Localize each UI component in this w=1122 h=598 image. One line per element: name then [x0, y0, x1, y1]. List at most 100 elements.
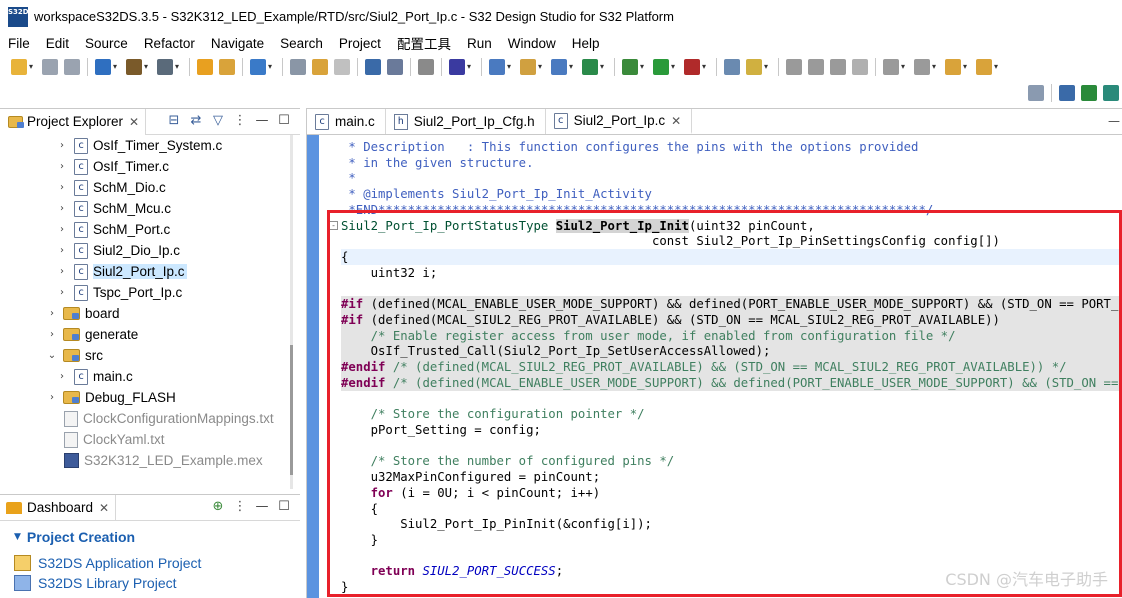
chevron-down-icon[interactable]: ▾: [569, 59, 577, 75]
chevron-down-icon[interactable]: ▾: [901, 59, 909, 75]
project-creation-section[interactable]: ▼ Project Creation: [14, 529, 135, 545]
tree-item[interactable]: › Debug_FLASH: [46, 387, 176, 408]
expand-closed-icon[interactable]: ›: [56, 161, 68, 172]
tree-item[interactable]: ⌄ src: [46, 345, 103, 366]
tree-item[interactable]: ClockConfigurationMappings.txt: [46, 408, 274, 429]
chevron-down-icon[interactable]: ▾: [507, 59, 515, 75]
s32ds-library-project-link[interactable]: S32DS Library Project: [14, 575, 177, 591]
chevron-down-icon[interactable]: ▾: [640, 59, 648, 75]
chevron-down-icon[interactable]: ▾: [994, 59, 1002, 75]
chevron-down-icon[interactable]: ▾: [671, 59, 679, 75]
nav-down-icon[interactable]: [883, 59, 899, 75]
code-line[interactable]: #if (defined(MCAL_ENABLE_USER_MODE_SUPPO…: [341, 296, 1122, 313]
menu-item-0[interactable]: File: [0, 36, 38, 51]
nav-up-icon[interactable]: [914, 59, 930, 75]
package-icon[interactable]: [520, 59, 536, 75]
debug-perspective-icon[interactable]: [1081, 85, 1097, 101]
close-icon[interactable]: ✕: [129, 115, 139, 129]
paragraph-icon[interactable]: [830, 59, 846, 75]
tree-item[interactable]: › c OsIf_Timer.c: [56, 156, 169, 177]
code-line[interactable]: Siul2_Port_Ip_PinInit(&config[i]);: [341, 516, 1122, 532]
tree-item[interactable]: › c SchM_Dio.c: [56, 177, 166, 198]
code-line[interactable]: * Description : This function configures…: [341, 139, 1122, 155]
collapse-all-icon[interactable]: ⊟: [166, 113, 182, 129]
minimize-icon[interactable]: —: [1108, 114, 1120, 128]
menu-item-9[interactable]: Window: [500, 36, 564, 51]
debug-config-icon[interactable]: [157, 59, 173, 75]
close-icon[interactable]: ✕: [99, 501, 109, 515]
hammer-icon[interactable]: [126, 59, 142, 75]
tree-item[interactable]: › generate: [46, 324, 138, 345]
tree-item[interactable]: › c main.c: [56, 366, 133, 387]
code-line[interactable]: for (i = 0U; i < pinCount; i++): [341, 485, 1122, 501]
code-line[interactable]: * in the given structure.: [341, 155, 1122, 171]
close-icon[interactable]: ✕: [671, 114, 681, 128]
code-line[interactable]: [341, 391, 1122, 407]
prev-edit-icon[interactable]: [945, 59, 961, 75]
code-line[interactable]: OsIf_Trusted_Call(Siul2_Port_Ip_SetUserA…: [341, 343, 1122, 360]
expand-closed-icon[interactable]: ›: [56, 182, 68, 193]
tree-item[interactable]: › c Siul2_Port_Ip.c: [56, 261, 187, 282]
import-icon[interactable]: [219, 59, 235, 75]
filter-icon[interactable]: ▽: [210, 113, 226, 129]
menu-item-7[interactable]: 配置工具: [389, 33, 459, 53]
export-icon[interactable]: [250, 59, 266, 75]
expand-open-icon[interactable]: ⌄: [46, 350, 58, 361]
code-line[interactable]: *: [341, 170, 1122, 186]
next-edit-icon[interactable]: [976, 59, 992, 75]
code-line[interactable]: const Siul2_Port_Ip_PinSettingsConfig co…: [341, 233, 1122, 249]
code-line[interactable]: uint32 i;: [341, 265, 1122, 281]
project-explorer-tab[interactable]: Project Explorer ✕: [0, 108, 147, 135]
editor-tab[interactable]: c Siul2_Port_Ip.c ✕: [545, 109, 693, 134]
console-icon[interactable]: [365, 59, 381, 75]
save-all-icon[interactable]: [64, 59, 80, 75]
refresh-icon[interactable]: [582, 59, 598, 75]
menu-item-1[interactable]: Edit: [38, 36, 77, 51]
expand-closed-icon[interactable]: ›: [56, 371, 68, 382]
editor-tab[interactable]: c main.c: [307, 109, 386, 134]
expand-closed-icon[interactable]: ›: [46, 308, 58, 319]
chevron-down-icon[interactable]: ▾: [963, 59, 971, 75]
bug-icon[interactable]: [622, 59, 638, 75]
chevron-down-icon[interactable]: ▾: [268, 59, 276, 75]
pages-icon[interactable]: [786, 59, 802, 75]
chevron-down-icon[interactable]: ▾: [113, 59, 121, 75]
pin-icon[interactable]: [418, 59, 434, 75]
new-icon[interactable]: [11, 59, 27, 75]
link-with-editor-icon[interactable]: ⇄: [188, 113, 204, 129]
code-line[interactable]: [341, 438, 1122, 454]
expand-closed-icon[interactable]: ›: [56, 245, 68, 256]
tree-item[interactable]: › board: [46, 303, 120, 324]
code-line[interactable]: /* Enable register access from user mode…: [341, 327, 1122, 344]
chevron-down-icon[interactable]: ▾: [702, 59, 710, 75]
run-ext-icon[interactable]: [684, 59, 700, 75]
config-icon[interactable]: [489, 59, 505, 75]
minimize-icon[interactable]: —: [254, 113, 270, 129]
view-menu-icon[interactable]: ⋮: [232, 499, 248, 515]
maximize-icon[interactable]: ☐: [276, 499, 292, 515]
tree-item[interactable]: › c OsIf_Timer_System.c: [56, 135, 222, 156]
fold-collapse-icon[interactable]: -: [329, 220, 338, 230]
tools-icon[interactable]: [724, 59, 740, 75]
menu-item-3[interactable]: Refactor: [136, 36, 203, 51]
dashboard-tab[interactable]: Dashboard ✕: [0, 494, 117, 521]
forward-icon[interactable]: [334, 59, 350, 75]
expand-closed-icon[interactable]: ›: [46, 392, 58, 403]
code-line[interactable]: /* Store the number of configured pins *…: [341, 453, 1122, 469]
expand-closed-icon[interactable]: ›: [46, 329, 58, 340]
code-line[interactable]: u32MaxPinConfigured = pinCount;: [341, 469, 1122, 485]
code-line[interactable]: /* Store the configuration pointer */: [341, 406, 1122, 422]
expand-closed-icon[interactable]: ›: [56, 266, 68, 277]
new-project-icon[interactable]: [197, 59, 213, 75]
menu-item-5[interactable]: Search: [272, 36, 331, 51]
tree-item[interactable]: › c Siul2_Dio_Ip.c: [56, 240, 180, 261]
tree-item[interactable]: S32K312_LED_Example.mex: [46, 450, 263, 471]
open-file-icon[interactable]: [290, 59, 306, 75]
menu-item-4[interactable]: Navigate: [203, 36, 272, 51]
chevron-down-icon[interactable]: ▾: [29, 59, 37, 75]
c-perspective-icon[interactable]: [1059, 85, 1075, 101]
tree-item[interactable]: › c SchM_Port.c: [56, 219, 170, 240]
code-line[interactable]: pPort_Setting = config;: [341, 422, 1122, 438]
back-icon[interactable]: [312, 59, 328, 75]
code-line[interactable]: {: [341, 249, 1122, 266]
